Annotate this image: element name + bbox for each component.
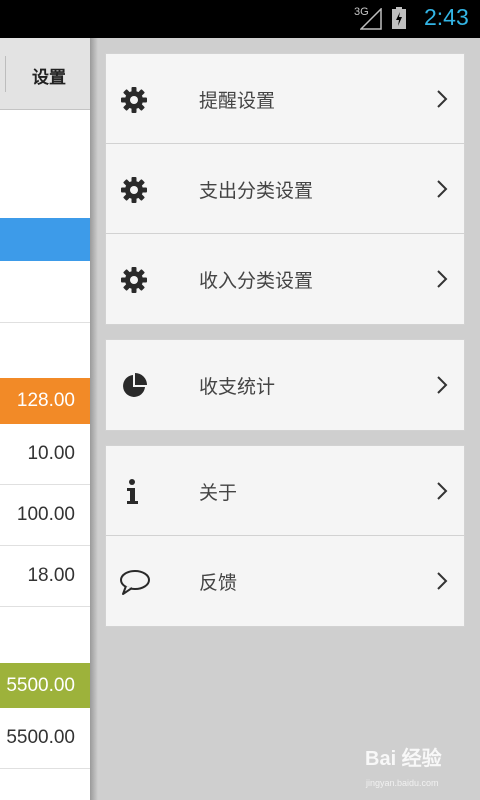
list-item-amount[interactable]: 10.00 (0, 443, 90, 465)
gear-icon (121, 177, 147, 203)
drawer-shadow (90, 38, 98, 800)
row-divider (0, 484, 90, 485)
menu-item-label: 反馈 (199, 572, 238, 594)
menu-item-expense-category-settings[interactable]: 支出分类设置 (106, 144, 464, 234)
row-divider (0, 606, 90, 607)
status-bar: 3G 2:43 (0, 0, 480, 38)
row-divider (0, 545, 90, 546)
main-content-panel: 设置 128.00 10.00 100.00 18.00 5500.00 550… (0, 38, 90, 800)
row-divider (0, 768, 90, 769)
menu-item-label: 收入分类设置 (199, 270, 314, 292)
selected-date-bar[interactable] (0, 218, 90, 261)
menu-item-feedback[interactable]: 反馈 (106, 536, 464, 626)
battery-charging-icon (392, 7, 406, 29)
chevron-right-icon (437, 270, 448, 288)
clock: 2:43 (424, 4, 469, 30)
watermark-url: jingyan.baidu.com (366, 778, 439, 788)
speech-bubble-icon (120, 570, 150, 595)
watermark-logo: Bai 经验 (365, 748, 442, 770)
income-total[interactable]: 5500.00 (0, 663, 90, 708)
menu-item-reminder-settings[interactable]: 提醒设置 (106, 54, 464, 144)
statistics-menu-group: 收支统计 (105, 339, 465, 431)
chevron-right-icon (437, 482, 448, 500)
list-item-amount[interactable]: 18.00 (0, 565, 90, 587)
left-header: 设置 (0, 38, 90, 110)
gear-icon (121, 87, 147, 113)
menu-item-label: 收支统计 (199, 376, 276, 398)
list-item-amount[interactable]: 5500.00 (0, 727, 90, 749)
settings-tab[interactable]: 设置 (32, 63, 66, 88)
menu-item-about[interactable]: 关于 (106, 446, 464, 536)
list-item-amount[interactable]: 100.00 (0, 504, 90, 526)
menu-item-label: 提醒设置 (199, 90, 276, 112)
chevron-right-icon (437, 180, 448, 198)
chevron-right-icon (437, 376, 448, 394)
menu-item-label: 支出分类设置 (199, 180, 314, 202)
signal-icon (360, 8, 382, 30)
chevron-right-icon (437, 90, 448, 108)
info-icon (127, 479, 138, 504)
menu-item-income-category-settings[interactable]: 收入分类设置 (106, 234, 464, 324)
row-divider (0, 322, 90, 323)
about-menu-group: 关于 反馈 (105, 445, 465, 627)
menu-item-label: 关于 (199, 482, 238, 504)
settings-menu-group: 提醒设置 支出分类设置 收入分类设置 (105, 53, 465, 325)
pie-chart-icon (123, 373, 147, 397)
expense-total[interactable]: 128.00 (0, 378, 90, 424)
chevron-right-icon (437, 572, 448, 590)
header-divider (5, 56, 6, 92)
menu-item-income-expense-statistics[interactable]: 收支统计 (106, 340, 464, 430)
gear-icon (121, 267, 147, 293)
